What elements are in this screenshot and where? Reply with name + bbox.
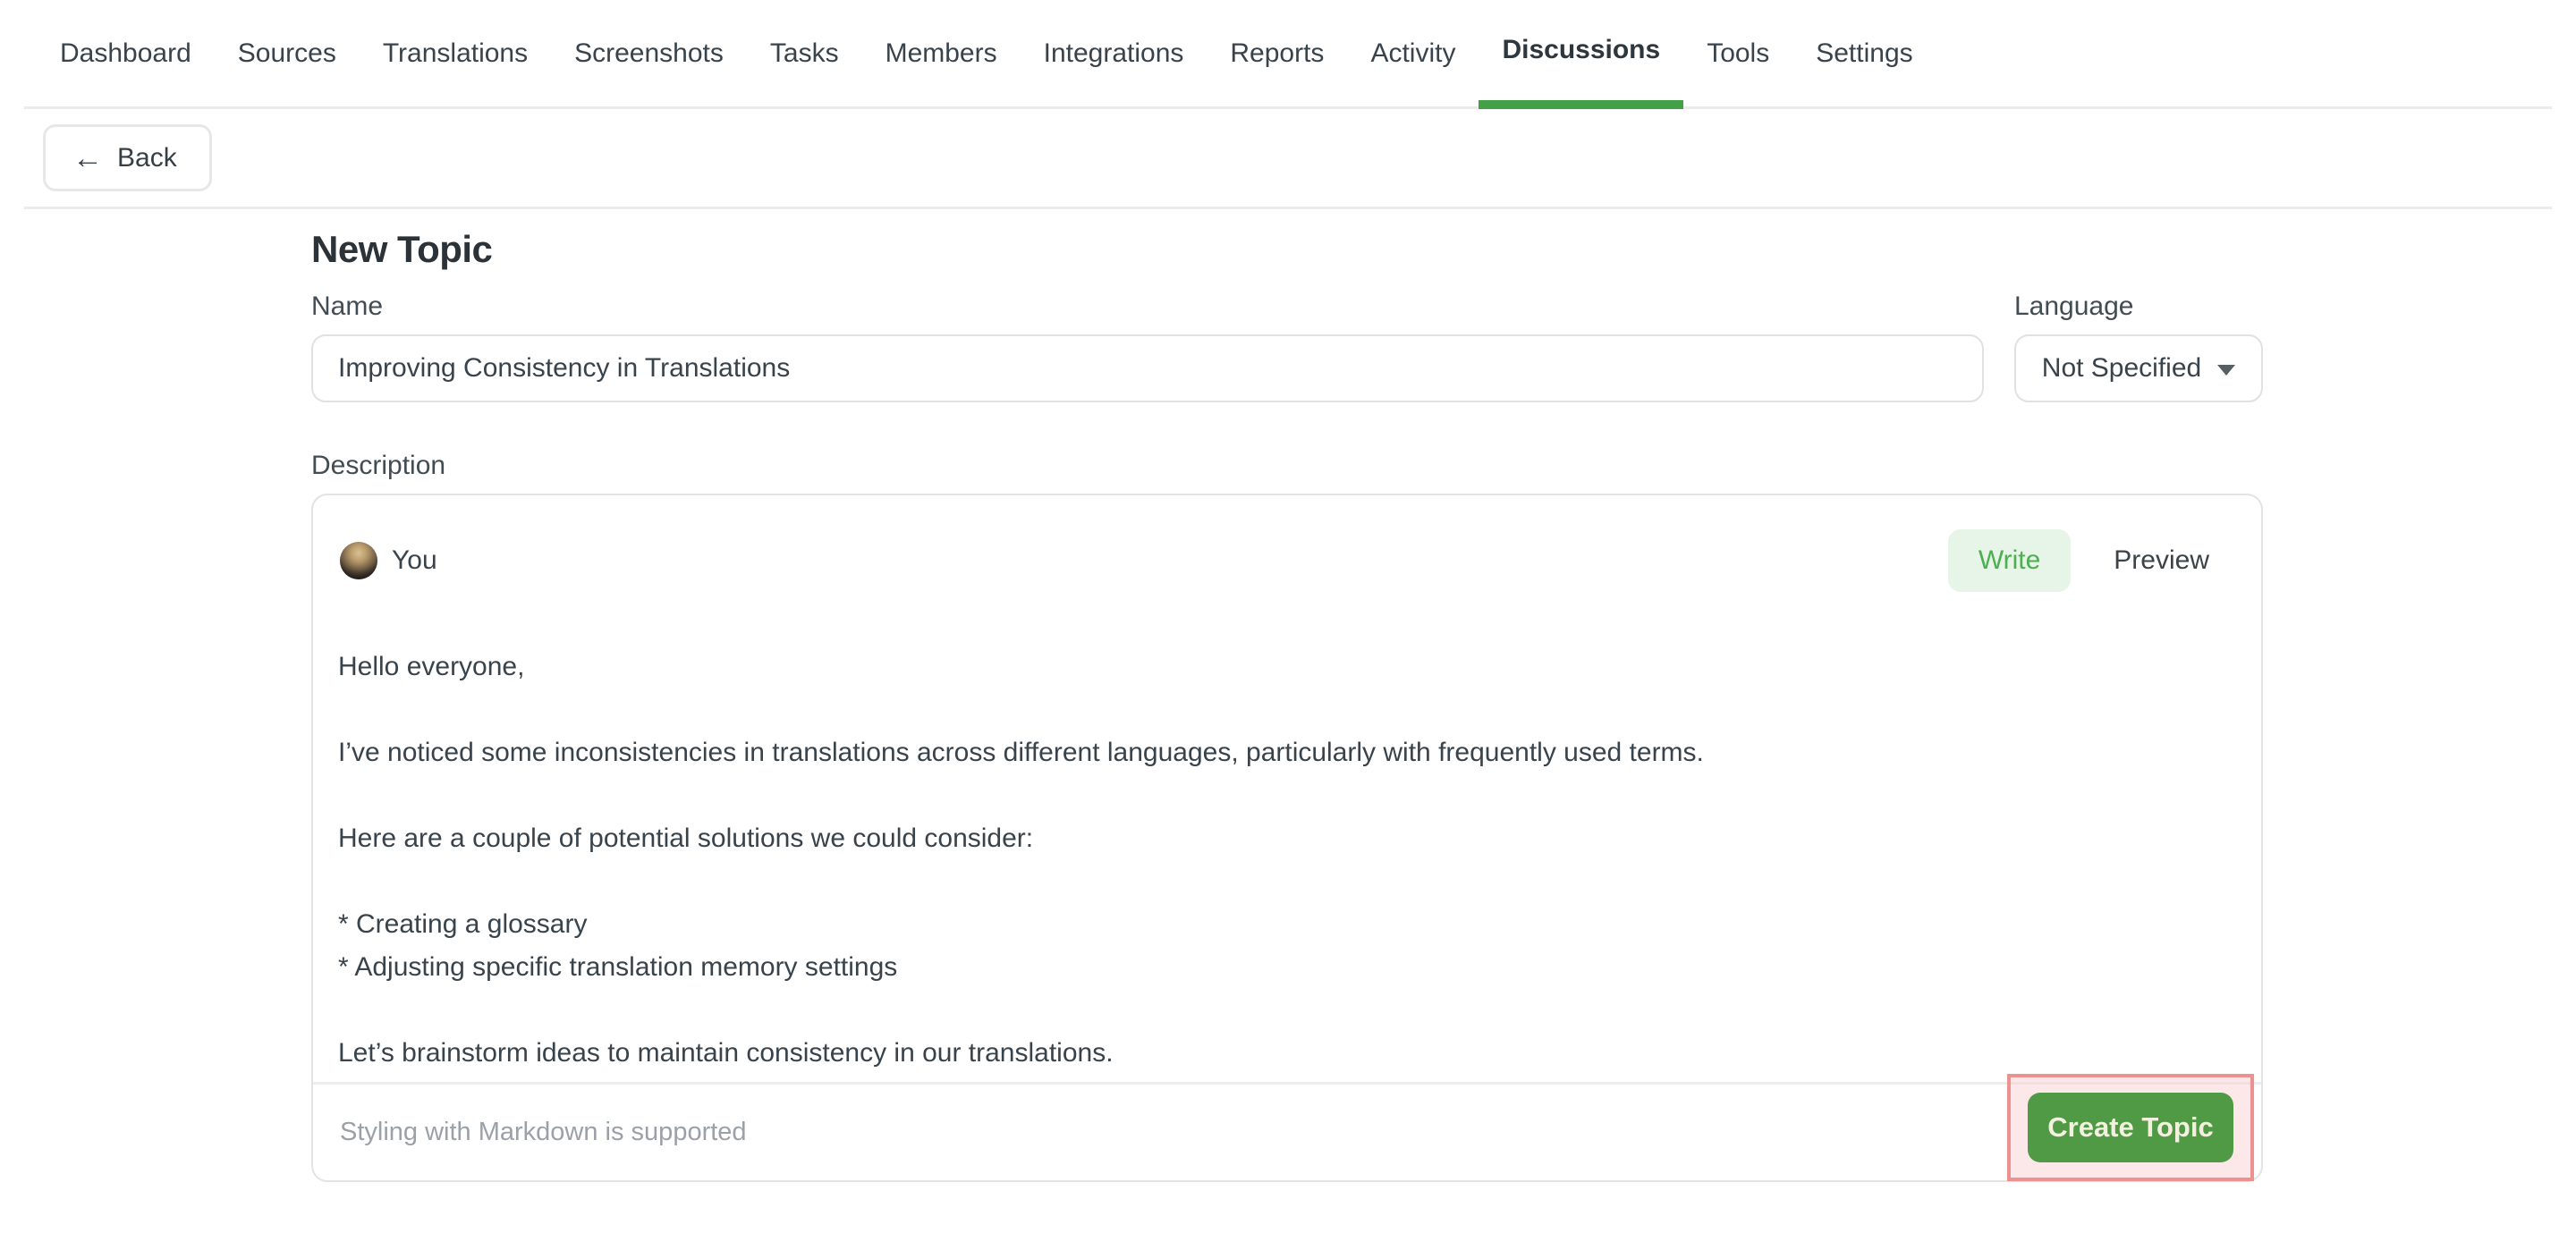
tab-tools[interactable]: Tools [1683, 0, 1792, 106]
description-editor-card: You Write Preview Hello everyone, I’ve n… [311, 494, 2263, 1182]
editor-footer: Styling with Markdown is supported Creat… [313, 1082, 2261, 1180]
divider [24, 207, 2552, 209]
tab-activity[interactable]: Activity [1347, 0, 1479, 106]
description-label: Description [311, 451, 2263, 481]
tab-tasks[interactable]: Tasks [747, 0, 862, 106]
editor-header: You Write Preview [313, 495, 2261, 592]
arrow-left-icon: ← [72, 143, 103, 173]
name-language-row: Name Language Not Specified [311, 291, 2263, 402]
user-avatar [340, 542, 377, 579]
tab-discussions[interactable]: Discussions [1479, 0, 1683, 109]
language-field-group: Language Not Specified [2014, 291, 2263, 402]
tab-dashboard[interactable]: Dashboard [37, 0, 215, 106]
back-button[interactable]: ← Back [43, 124, 212, 191]
description-textarea[interactable]: Hello everyone, I’ve noticed some incons… [313, 592, 2261, 1082]
author: You [340, 542, 437, 579]
back-row: ← Back [0, 109, 2576, 207]
language-label: Language [2014, 291, 2263, 322]
tab-preview[interactable]: Preview [2089, 529, 2234, 592]
tab-sources[interactable]: Sources [215, 0, 360, 106]
tab-settings[interactable]: Settings [1792, 0, 1936, 106]
tab-screenshots[interactable]: Screenshots [551, 0, 747, 106]
tab-reports[interactable]: Reports [1207, 0, 1347, 106]
name-label: Name [311, 291, 1984, 322]
create-topic-button[interactable]: Create Topic [2028, 1093, 2233, 1162]
page-title: New Topic [311, 229, 2263, 270]
tab-write[interactable]: Write [1948, 529, 2071, 592]
author-name: You [392, 545, 437, 576]
tab-integrations[interactable]: Integrations [1021, 0, 1208, 106]
chevron-down-icon [2217, 365, 2235, 376]
editor-tabs: Write Preview [1948, 529, 2234, 592]
topic-name-input[interactable] [311, 334, 1984, 402]
markdown-hint: Styling with Markdown is supported [340, 1118, 747, 1147]
language-dropdown[interactable]: Not Specified [2014, 334, 2263, 402]
main-tabs: Dashboard Sources Translations Screensho… [0, 0, 2576, 106]
language-dropdown-value: Not Specified [2042, 353, 2201, 384]
top-nav: Dashboard Sources Translations Screensho… [0, 0, 2576, 109]
back-button-label: Back [117, 143, 177, 173]
tab-translations[interactable]: Translations [360, 0, 551, 106]
name-field-group: Name [311, 291, 1984, 402]
annotation-highlight-box: Create Topic [2007, 1074, 2254, 1181]
new-topic-form: New Topic Name Language Not Specified De… [311, 229, 2263, 1182]
tab-members[interactable]: Members [862, 0, 1021, 106]
